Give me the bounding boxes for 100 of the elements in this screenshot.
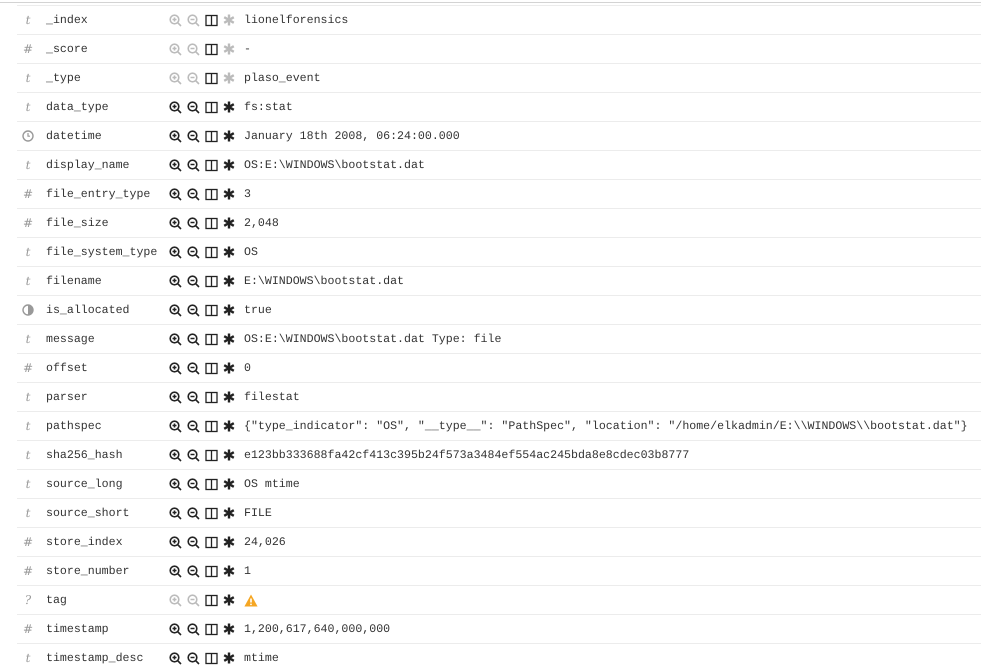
field-type-label: # — [22, 361, 34, 375]
zoom-out-icon[interactable] — [185, 418, 201, 434]
column-toggle-icon[interactable] — [203, 128, 219, 144]
zoom-out-icon[interactable] — [185, 331, 201, 347]
field-name: file_entry_type — [46, 188, 152, 200]
zoom-in-icon[interactable] — [167, 418, 183, 434]
column-toggle-icon[interactable] — [203, 331, 219, 347]
zoom-in-icon[interactable] — [167, 99, 183, 115]
zoom-out-icon[interactable] — [185, 99, 201, 115]
column-toggle-icon[interactable] — [203, 12, 219, 28]
field-value: mtime — [244, 652, 279, 664]
zoom-in-icon[interactable] — [167, 360, 183, 376]
zoom-in-icon[interactable] — [167, 534, 183, 550]
column-toggle-icon[interactable] — [203, 621, 219, 637]
field-value: fs:stat — [244, 100, 293, 114]
zoom-out-icon[interactable] — [185, 215, 201, 231]
zoom-out-icon[interactable] — [185, 505, 201, 521]
column-toggle-icon[interactable] — [203, 70, 219, 86]
column-toggle-icon[interactable] — [203, 244, 219, 260]
field-value: lionelforensics — [244, 14, 348, 26]
zoom-in-icon[interactable] — [167, 157, 183, 173]
asterisk-icon[interactable] — [221, 331, 237, 347]
zoom-in-icon[interactable] — [167, 186, 183, 202]
field-value: OS mtime — [244, 478, 300, 490]
zoom-out-icon[interactable] — [185, 186, 201, 202]
field-value: 1,200,617,640,000,000 — [244, 622, 390, 636]
column-toggle-icon[interactable] — [203, 592, 219, 608]
asterisk-icon[interactable] — [221, 128, 237, 144]
asterisk-icon[interactable] — [221, 476, 237, 492]
field-name: _index — [46, 14, 89, 26]
asterisk-icon[interactable] — [221, 447, 237, 463]
zoom-out-icon[interactable] — [185, 244, 201, 260]
asterisk-icon[interactable] — [221, 418, 237, 434]
zoom-out-icon[interactable] — [185, 128, 201, 144]
zoom-in-icon[interactable] — [167, 273, 183, 289]
clock-icon — [22, 130, 34, 142]
asterisk-icon[interactable] — [221, 186, 237, 202]
field-type-label: t — [26, 477, 30, 491]
zoom-in-icon[interactable] — [167, 389, 183, 405]
zoom-out-icon[interactable] — [185, 534, 201, 550]
asterisk-icon[interactable] — [221, 563, 237, 579]
zoom-in-icon[interactable] — [167, 302, 183, 318]
zoom-out-icon[interactable] — [185, 360, 201, 376]
column-toggle-icon[interactable] — [203, 302, 219, 318]
field-type-label: # — [22, 216, 34, 230]
asterisk-icon[interactable] — [221, 302, 237, 318]
zoom-out-icon[interactable] — [185, 302, 201, 318]
asterisk-icon[interactable] — [221, 621, 237, 637]
column-toggle-icon[interactable] — [203, 186, 219, 202]
field-name: datetime — [46, 130, 103, 142]
zoom-out-icon[interactable] — [185, 389, 201, 405]
zoom-in-icon[interactable] — [167, 215, 183, 231]
asterisk-icon[interactable] — [221, 360, 237, 376]
column-toggle-icon[interactable] — [203, 389, 219, 405]
zoom-in-icon[interactable] — [167, 563, 183, 579]
zoom-in-icon[interactable] — [167, 650, 183, 666]
zoom-in-icon[interactable] — [167, 505, 183, 521]
asterisk-icon[interactable] — [221, 99, 237, 115]
column-toggle-icon[interactable] — [203, 505, 219, 521]
zoom-in-icon[interactable] — [167, 331, 183, 347]
column-toggle-icon[interactable] — [203, 534, 219, 550]
column-toggle-icon[interactable] — [203, 447, 219, 463]
column-toggle-icon[interactable] — [203, 273, 219, 289]
column-toggle-icon[interactable] — [203, 418, 219, 434]
asterisk-icon[interactable] — [221, 592, 237, 608]
asterisk-icon[interactable] — [221, 650, 237, 666]
zoom-out-icon[interactable] — [185, 476, 201, 492]
field-value: e123bb333688fa42cf413c395b24f573a3484ef554ac245bda8e8cdec03b8777 — [244, 448, 690, 462]
asterisk-icon[interactable] — [221, 534, 237, 550]
zoom-in-icon[interactable] — [167, 244, 183, 260]
column-toggle-icon[interactable] — [203, 99, 219, 115]
field-type-label: # — [22, 187, 34, 201]
field-name: parser — [46, 390, 89, 404]
column-toggle-icon[interactable] — [203, 215, 219, 231]
zoom-out-icon[interactable] — [185, 273, 201, 289]
zoom-in-icon[interactable] — [167, 476, 183, 492]
field-value: OS — [244, 246, 258, 258]
field-type-label: t — [26, 71, 30, 85]
asterisk-icon[interactable] — [221, 389, 237, 405]
zoom-in-icon[interactable] — [167, 447, 183, 463]
asterisk-icon[interactable] — [221, 157, 237, 173]
asterisk-icon[interactable] — [221, 244, 237, 260]
column-toggle-icon[interactable] — [203, 41, 219, 57]
zoom-out-icon[interactable] — [185, 563, 201, 579]
field-value: plaso_event — [244, 72, 321, 84]
zoom-out-icon[interactable] — [185, 621, 201, 637]
asterisk-icon[interactable] — [221, 215, 237, 231]
column-toggle-icon[interactable] — [203, 360, 219, 376]
zoom-in-icon[interactable] — [167, 621, 183, 637]
field-name: tag — [46, 594, 68, 606]
zoom-out-icon[interactable] — [185, 157, 201, 173]
zoom-out-icon[interactable] — [185, 650, 201, 666]
column-toggle-icon[interactable] — [203, 157, 219, 173]
zoom-out-icon[interactable] — [185, 447, 201, 463]
column-toggle-icon[interactable] — [203, 563, 219, 579]
zoom-in-icon[interactable] — [167, 128, 183, 144]
asterisk-icon[interactable] — [221, 505, 237, 521]
column-toggle-icon[interactable] — [203, 650, 219, 666]
column-toggle-icon[interactable] — [203, 476, 219, 492]
asterisk-icon[interactable] — [221, 273, 237, 289]
